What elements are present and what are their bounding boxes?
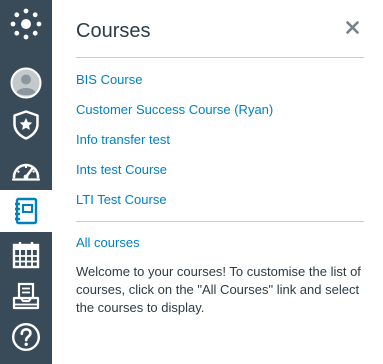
welcome-message: Welcome to your courses! To customise th… [76,264,361,315]
course-link-customer-success[interactable]: Customer Success Course (Ryan) [76,102,273,117]
dashboard-nav-item[interactable] [0,148,52,190]
inbox-icon [12,282,40,310]
course-link-ints-test[interactable]: Ints test Course [76,162,167,177]
calendar-nav-item[interactable] [0,234,52,276]
global-navigation [0,0,52,364]
courses-tray: Courses BIS Course Customer Success Cour… [52,0,383,364]
admin-nav-item[interactable] [0,104,52,146]
inbox-nav-item[interactable] [0,275,52,317]
courses-icon [15,197,38,225]
close-icon [345,20,359,34]
gauge-icon [11,163,41,181]
divider [76,221,364,222]
close-tray-button[interactable] [342,16,362,38]
avatar-icon [10,67,42,99]
courses-nav-item[interactable] [0,190,52,232]
canvas-logo-icon [10,8,42,40]
all-courses-link[interactable]: All courses [76,235,140,250]
calendar-icon [12,242,40,269]
course-link-info-transfer[interactable]: Info transfer test [76,132,170,147]
help-nav-item[interactable] [0,316,52,358]
institution-logo[interactable] [0,3,52,45]
divider [76,57,364,58]
account-nav-item[interactable] [0,62,52,104]
shield-star-icon [13,110,39,140]
course-link-lti-test[interactable]: LTI Test Course [76,192,167,207]
help-icon [11,322,41,352]
course-link-bis[interactable]: BIS Course [76,72,142,87]
tray-title: Courses [76,20,151,42]
